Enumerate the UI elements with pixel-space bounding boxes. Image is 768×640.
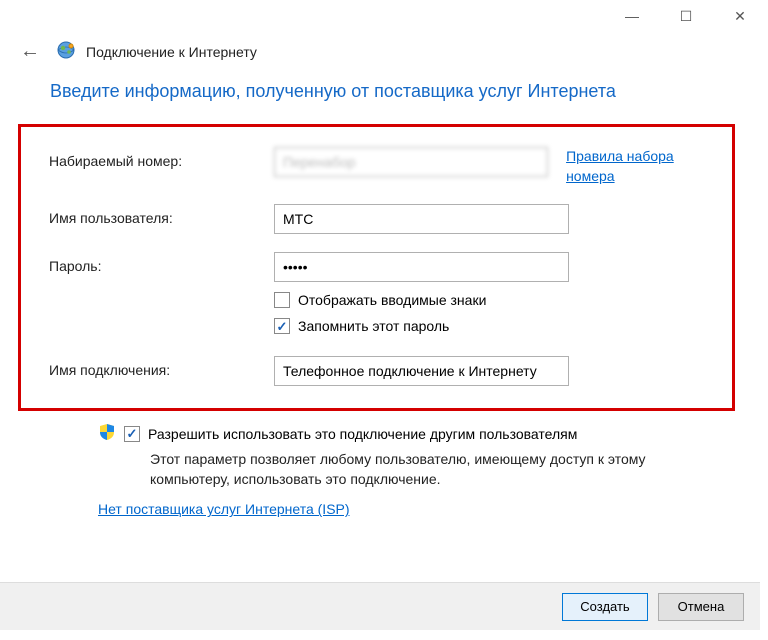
allow-section: Разрешить использовать это подключение д… <box>50 423 710 517</box>
password-input[interactable] <box>274 252 569 282</box>
dial-rules-link[interactable]: Правила набора номера <box>566 147 714 186</box>
username-input[interactable] <box>274 204 569 234</box>
shield-icon <box>98 423 116 444</box>
titlebar: — ☐ ✕ <box>0 0 760 32</box>
allow-others-label: Разрешить использовать это подключение д… <box>148 426 577 442</box>
maximize-button[interactable]: ☐ <box>672 2 700 30</box>
no-isp-link[interactable]: Нет поставщика услуг Интернета (ISP) <box>98 501 350 517</box>
cancel-button[interactable]: Отмена <box>658 593 744 621</box>
show-chars-checkbox[interactable] <box>274 292 290 308</box>
allow-description: Этот параметр позволяет любому пользоват… <box>150 450 710 489</box>
password-label: Пароль: <box>49 252 274 274</box>
content-area: Введите информацию, полученную от постав… <box>0 81 760 517</box>
dialog-footer: Создать Отмена <box>0 582 760 630</box>
username-label: Имя пользователя: <box>49 204 274 226</box>
remember-password-label: Запомнить этот пароль <box>298 318 449 334</box>
remember-password-checkbox[interactable] <box>274 318 290 334</box>
dial-number-label: Набираемый номер: <box>49 147 274 169</box>
window-title: Подключение к Интернету <box>86 44 257 60</box>
dial-number-input[interactable] <box>274 147 548 177</box>
back-arrow-icon[interactable]: ← <box>20 40 40 63</box>
form-highlight-box: Набираемый номер: Правила набора номера … <box>18 124 735 411</box>
minimize-button[interactable]: — <box>618 2 646 30</box>
close-button[interactable]: ✕ <box>726 2 754 30</box>
globe-icon <box>56 40 76 63</box>
page-heading: Введите информацию, полученную от постав… <box>50 81 710 102</box>
allow-others-checkbox[interactable] <box>124 426 140 442</box>
header: ← Подключение к Интернету <box>0 32 760 81</box>
connection-name-label: Имя подключения: <box>49 356 274 378</box>
create-button[interactable]: Создать <box>562 593 648 621</box>
show-chars-label: Отображать вводимые знаки <box>298 292 486 308</box>
connection-name-input[interactable] <box>274 356 569 386</box>
dialog-window: — ☐ ✕ ← Подключение к Интернету Введите … <box>0 0 760 630</box>
